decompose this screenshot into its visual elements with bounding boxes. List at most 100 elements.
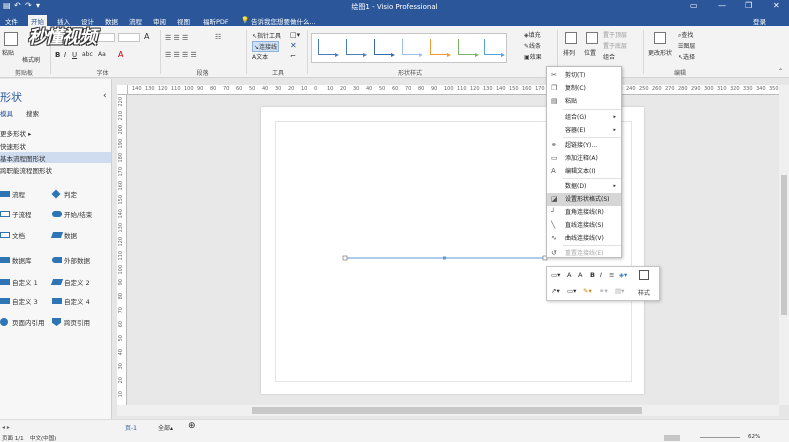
mini-link-icon[interactable]: ⚭▾ xyxy=(599,287,608,295)
italic-button[interactable]: I xyxy=(64,51,66,59)
layers-button[interactable]: ☰图层 xyxy=(678,41,695,50)
selected-connector[interactable] xyxy=(340,253,555,263)
align-lines-icon[interactable]: ☰ ☰ ☰ xyxy=(165,34,188,42)
align-icon[interactable] xyxy=(565,32,577,44)
menu-item-right-angle-connector[interactable]: ┘ 直角连接线(R) xyxy=(547,206,621,219)
collapse-ribbon-icon[interactable]: ⌃ xyxy=(778,68,783,75)
pointer-tool-button[interactable]: ↖指针工具 xyxy=(252,31,281,40)
effect-button[interactable]: ▣效果 xyxy=(524,52,542,61)
connector-tool-button[interactable]: ↘连接线 xyxy=(252,41,280,52)
shape-database[interactable]: 数据库 xyxy=(12,255,32,265)
shape-custom-3[interactable]: 自定义 3 xyxy=(12,296,38,306)
connector-style-3[interactable] xyxy=(374,39,395,57)
line-button[interactable]: ✎线条 xyxy=(524,41,541,50)
rectangle-icon[interactable]: □▾ xyxy=(290,31,300,39)
zoom-level[interactable]: 62% xyxy=(748,434,760,440)
close-icon[interactable]: ✕ xyxy=(290,41,297,50)
style-icon[interactable] xyxy=(639,270,649,280)
underline-button[interactable]: U xyxy=(72,51,77,59)
connector-style-6[interactable] xyxy=(458,39,479,57)
font-color-button[interactable]: A xyxy=(118,50,123,59)
connector-style-4[interactable] xyxy=(402,39,423,57)
menu-item-paste[interactable]: ▤ 粘贴 xyxy=(547,95,621,108)
paragraph-align-icon[interactable]: ☰ ☰ ☰ ☰ xyxy=(165,51,197,59)
shape-custom-4[interactable]: 自定义 4 xyxy=(64,296,90,306)
cross-functional-stencil[interactable]: 跨职能流程图形状 xyxy=(0,165,52,175)
horizontal-ruler[interactable]: 140 130 120 110 100 90 80 70 60 50 40 30 20 10 0 10 20 30… xyxy=(128,85,779,95)
shape-start-end[interactable]: 开始/结束 xyxy=(64,209,92,219)
mini-fill-icon[interactable]: ◈▾ xyxy=(619,271,627,279)
font-size-select[interactable] xyxy=(118,33,140,42)
shape-process[interactable]: 流程 xyxy=(12,189,25,199)
grow-font-button[interactable]: A xyxy=(144,32,149,41)
tab-stencils[interactable]: 模具 xyxy=(0,108,13,118)
zoom-slider[interactable] xyxy=(700,437,740,438)
ribbon-display-icon[interactable]: ▭ xyxy=(690,1,698,10)
select-button[interactable]: ↖选择 xyxy=(678,52,695,61)
menu-item-data[interactable]: 数据(D) ▸ xyxy=(547,180,621,193)
connector-style-2[interactable] xyxy=(346,39,367,57)
mini-italic-icon[interactable]: I xyxy=(600,271,602,279)
view-mode-button[interactable] xyxy=(664,435,680,441)
menu-item-edit-text[interactable]: A 编辑文本(I) xyxy=(547,165,621,178)
add-page-button[interactable]: ⊕ xyxy=(188,421,196,431)
find-button[interactable]: ⌕查找 xyxy=(678,30,693,40)
tell-me-box[interactable]: 告诉我您想要做什么... xyxy=(248,15,319,26)
tab-file[interactable]: 文件 xyxy=(2,15,21,26)
menu-item-copy[interactable]: ❐ 复制(C) xyxy=(547,82,621,95)
login-button[interactable]: 登录 xyxy=(750,15,769,26)
change-shape-icon[interactable] xyxy=(654,32,666,44)
connector-mid-handle[interactable] xyxy=(443,256,446,260)
bring-to-front-button[interactable]: 置于顶层 xyxy=(603,30,627,39)
mini-pencil-icon[interactable]: ✎▾ xyxy=(583,287,592,295)
shape-data[interactable]: 数据 xyxy=(64,230,77,240)
connector-style-1[interactable] xyxy=(318,39,339,57)
shape-decision[interactable]: 判定 xyxy=(64,189,77,199)
shape-subprocess[interactable]: 子流程 xyxy=(12,209,32,219)
list-icon[interactable]: ☷ xyxy=(215,33,221,41)
menu-item-container[interactable]: 容器(E) ▸ xyxy=(547,124,621,137)
vertical-scrollbar[interactable] xyxy=(779,85,789,405)
group-button[interactable]: 组合 xyxy=(603,52,615,61)
font-select-icon[interactable]: ▭▾ xyxy=(551,271,560,279)
vertical-ruler[interactable]: 220 210 200 190 180 170 160 150 140 130 120 110 100 9… xyxy=(117,95,127,405)
tab-data[interactable]: 数据 xyxy=(102,15,121,26)
more-shapes[interactable]: 更多形状 ▸ xyxy=(0,128,31,138)
restore-button[interactable]: ❐ xyxy=(745,1,752,10)
mini-connector-icon[interactable]: ↗▾ xyxy=(551,287,560,295)
tab-view[interactable]: 视图 xyxy=(174,15,193,26)
horizontal-scroll-thumb[interactable] xyxy=(252,407,642,414)
vertical-scroll-thumb[interactable] xyxy=(781,175,787,315)
position-button[interactable]: 位置 xyxy=(584,48,596,57)
format-painter-button[interactable]: 格式刷 xyxy=(22,55,40,64)
menu-item-hyperlink[interactable]: ⚭ 超链接(Y)... xyxy=(547,139,621,152)
bold-button[interactable]: B xyxy=(55,51,60,59)
shape-on-page-reference[interactable]: 页面内引用 xyxy=(12,317,45,327)
shrink-font-icon[interactable]: A xyxy=(578,271,582,279)
connector-style-7[interactable] xyxy=(484,39,505,57)
menu-item-add-comment[interactable]: ▭ 添加注释(A) xyxy=(547,152,621,165)
menu-item-reset-connector[interactable]: ↺ 重置连接线(E) xyxy=(547,247,621,260)
minimize-button[interactable]: — xyxy=(718,1,726,10)
paste-button[interactable]: 粘贴 xyxy=(2,48,14,57)
menu-item-format-shape[interactable]: ◪ 设置形状格式(S) xyxy=(547,193,621,206)
ruler-tool-icon[interactable]: ⌐ xyxy=(290,52,296,60)
fill-button[interactable]: ◈填充 xyxy=(524,30,541,39)
align-button[interactable]: 排列 xyxy=(563,48,575,57)
change-shape-button[interactable]: 更改形状 xyxy=(648,48,672,57)
change-case-button[interactable]: Aa xyxy=(98,51,106,58)
send-to-back-button[interactable]: 置于底层 xyxy=(603,41,627,50)
shape-document[interactable]: 文档 xyxy=(12,230,25,240)
close-button[interactable]: ✕ xyxy=(773,1,780,10)
shape-custom-1[interactable]: 自定义 1 xyxy=(12,277,38,287)
mini-align-icon[interactable]: ≡ xyxy=(609,271,614,279)
grow-font-icon[interactable]: A xyxy=(567,271,571,279)
tab-review[interactable]: 审阅 xyxy=(150,15,169,26)
shape-external-data[interactable]: 外部数据 xyxy=(64,255,90,265)
horizontal-scrollbar[interactable] xyxy=(117,405,779,416)
menu-item-group[interactable]: 组合(G) ▸ xyxy=(547,111,621,124)
shape-off-page-reference[interactable]: 跨页引用 xyxy=(64,317,90,327)
menu-item-straight-connector[interactable]: ╲ 直线连接线(S) xyxy=(547,219,621,232)
prev-page-icon[interactable]: ◂ ▸ xyxy=(2,424,10,431)
mini-line-icon[interactable]: ▭▾ xyxy=(567,287,576,295)
